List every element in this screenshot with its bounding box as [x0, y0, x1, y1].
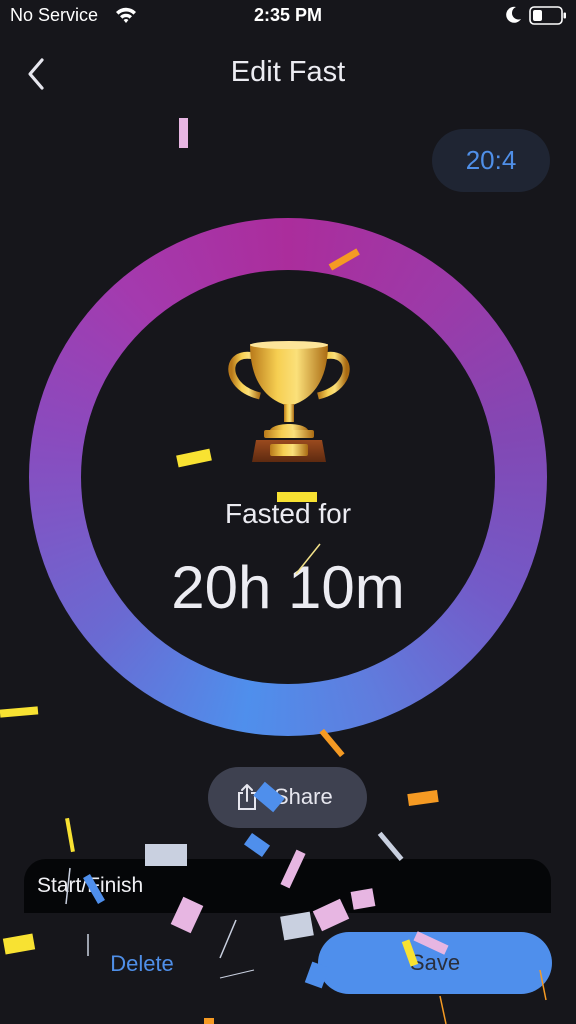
progress-ring — [29, 218, 547, 736]
confetti-piece — [377, 831, 404, 861]
confetti-piece — [243, 832, 271, 858]
status-time: 2:35 PM — [253, 5, 323, 25]
fasted-for-label: Fasted for — [224, 498, 352, 529]
status-bar: No Service 2:35 PM — [0, 0, 576, 34]
share-label: Share — [274, 784, 333, 809]
confetti-piece — [219, 919, 237, 959]
confetti-piece — [2, 933, 36, 955]
confetti-piece — [219, 969, 255, 979]
confetti-piece — [0, 706, 39, 718]
confetti-piece — [65, 817, 75, 853]
confetti-piece — [407, 789, 439, 807]
page-title: Edit Fast — [230, 56, 346, 88]
timer-pill[interactable]: 20:4 — [432, 129, 550, 192]
confetti-piece — [439, 995, 447, 1024]
confetti-piece — [280, 911, 314, 941]
confetti-piece — [179, 118, 188, 148]
delete-button[interactable]: Delete — [90, 944, 194, 984]
start-finish-row[interactable]: Start/Finish — [24, 859, 551, 913]
confetti-piece — [204, 1018, 214, 1024]
share-icon — [238, 784, 256, 810]
edit-fast-screen: No Service 2:35 PM Edit Fast 20:4 Fasted… — [0, 0, 576, 1024]
trophy-icon — [228, 341, 350, 462]
moon-icon — [506, 6, 521, 23]
battery-icon — [529, 6, 566, 25]
save-label: Save — [409, 950, 461, 975]
start-finish-label: Start/Finish — [37, 874, 144, 897]
save-button[interactable]: Save — [318, 932, 552, 994]
share-button[interactable]: Share — [208, 767, 367, 828]
fasted-duration: 20h 10m — [171, 554, 405, 621]
